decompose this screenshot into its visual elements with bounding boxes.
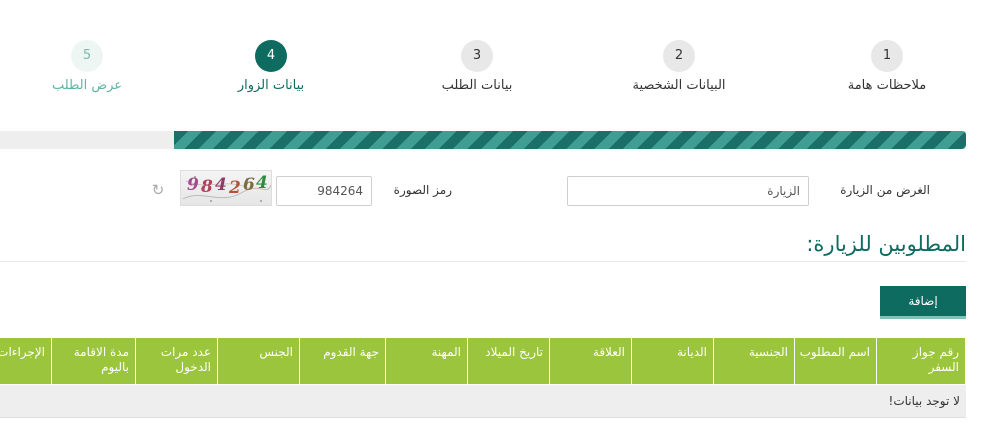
progress-fill [173,131,966,149]
captcha-input[interactable]: 984264 [276,176,372,206]
column-header[interactable]: اسم المطلوب [795,338,877,384]
step-number: 4 [255,40,287,72]
step-label: ملاحظات هامة [847,78,927,93]
step-label: بيانات الطلب [441,78,513,93]
captcha-digit: 6 [243,175,256,195]
captcha-image: 9 8 4 2 6 4 [180,170,272,206]
add-button[interactable]: إضافة [880,286,966,319]
captcha-label: رمز الصورة [393,183,452,197]
step-5: 5 عرض الطلب [7,40,167,93]
step-2: 2 البيانات الشخصية [599,40,759,93]
step-1: 1 ملاحظات هامة [807,40,967,93]
empty-message: لا توجد بيانات! [888,394,960,408]
column-header[interactable]: عدد مرات الدخول [136,338,218,384]
step-label: بيانات الزوار [237,78,305,93]
step-3: 3 بيانات الطلب [397,40,557,93]
refresh-icon[interactable]: ↻ [146,178,170,202]
purpose-input[interactable]: الزيارة [567,176,809,206]
captcha-digit: 8 [201,177,214,197]
step-4: 4 بيانات الزوار [191,40,351,93]
step-number: 3 [461,40,493,72]
column-header[interactable]: الجنس [218,338,300,384]
table-empty-row: لا توجد بيانات! [0,385,966,418]
column-header[interactable]: الديانة [632,338,714,384]
column-header[interactable]: جهة القدوم [300,338,386,384]
captcha-digit: 2 [229,178,242,198]
step-number: 2 [663,40,695,72]
table-header: رقم جواز السفر اسم المطلوب الجنسية الديا… [0,338,966,384]
column-header[interactable]: العلاقة [550,338,632,384]
column-header[interactable]: رقم جواز السفر [877,338,966,384]
step-label: عرض الطلب [51,78,123,93]
purpose-label: الغرض من الزيارة [840,183,930,197]
captcha-digit: 4 [256,173,269,193]
captcha-digit: 9 [187,175,200,195]
step-number: 5 [71,40,103,72]
column-header[interactable]: الجنسية [714,338,795,384]
divider [0,261,966,262]
step-label: البيانات الشخصية [632,78,726,93]
step-number: 1 [871,40,903,72]
section-title: المطلوبين للزيارة: [806,232,966,256]
column-header[interactable]: الإجراءات [0,338,52,384]
captcha-digit: 4 [215,175,228,195]
progress-track [0,131,966,149]
column-header[interactable]: مدة الاقامة باليوم [52,338,136,384]
column-header[interactable]: تاريخ الميلاد [468,338,550,384]
column-header[interactable]: المهنة [386,338,468,384]
